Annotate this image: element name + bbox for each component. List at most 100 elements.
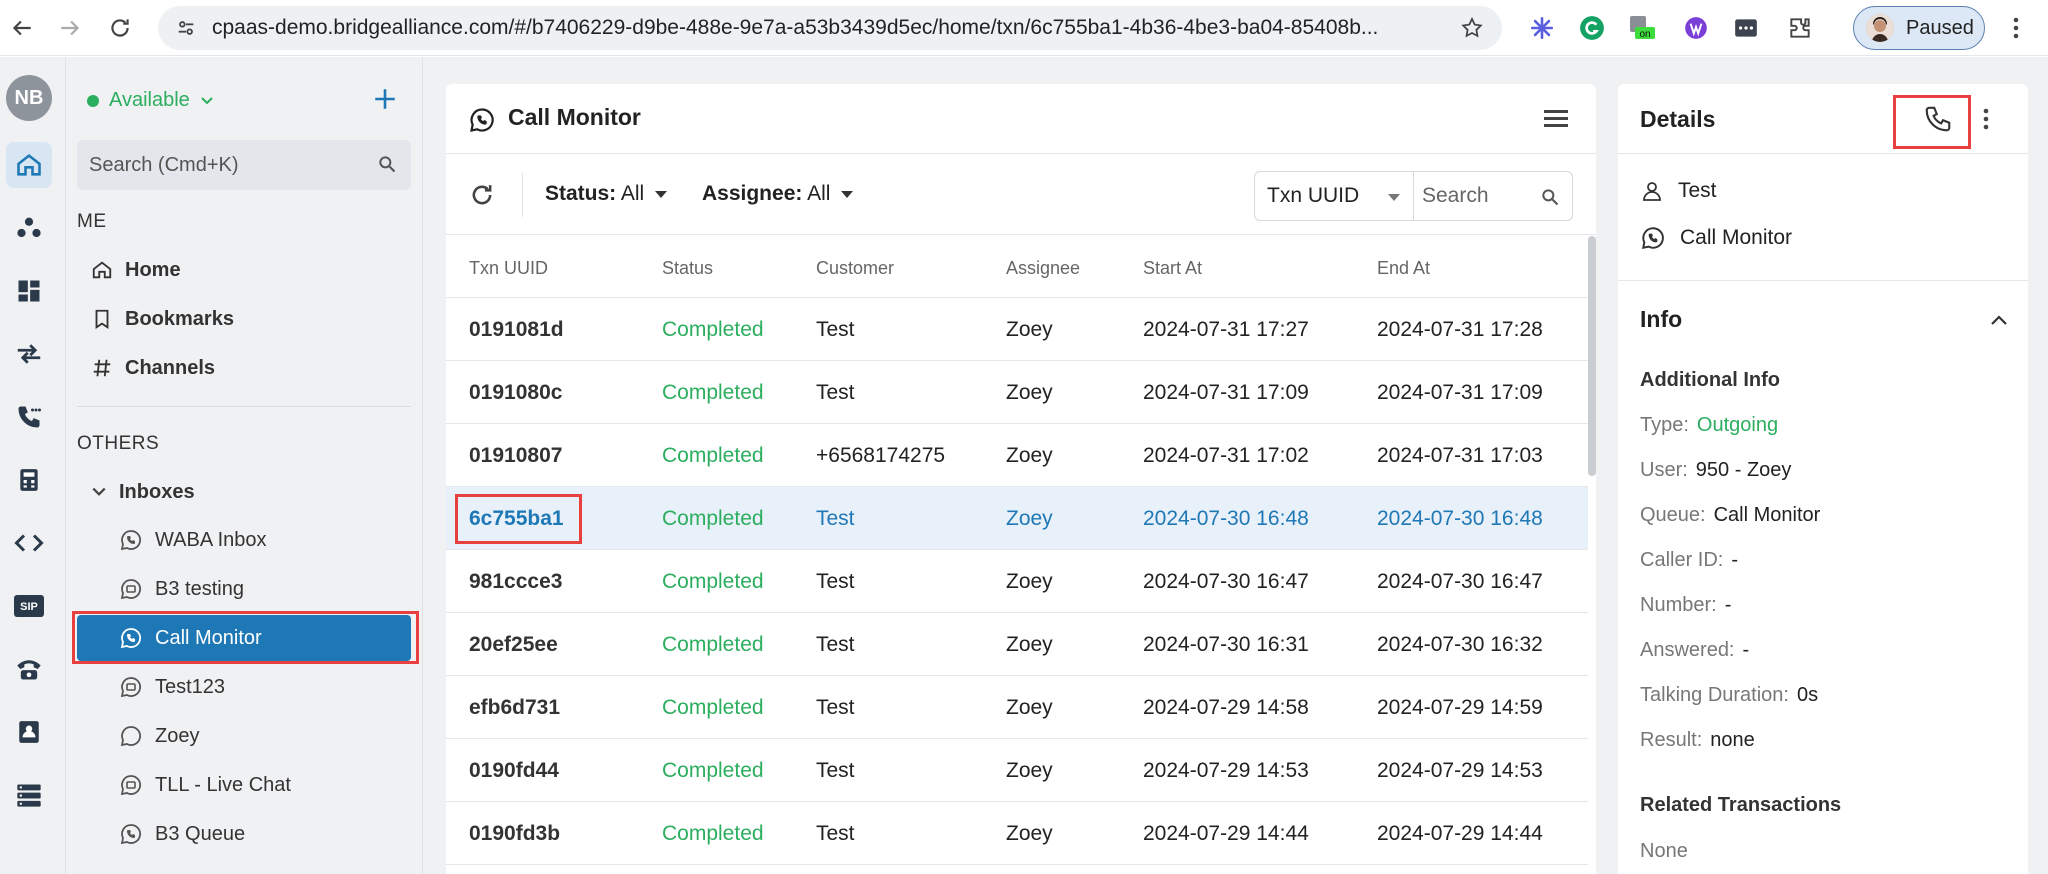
profile-button[interactable]: Paused xyxy=(1853,6,1985,50)
toggle-extension-icon[interactable]: on xyxy=(1626,12,1658,44)
column-header[interactable]: Assignee xyxy=(1006,258,1080,279)
others-section-label: OTHERS xyxy=(77,433,160,454)
info-field: Queue: Call Monitor xyxy=(1640,504,1820,527)
caret-down-icon xyxy=(655,191,668,198)
txn-uuid-cell[interactable]: 0190fd44 xyxy=(469,759,559,783)
purple-extension-icon[interactable] xyxy=(1680,12,1712,44)
info-field: Caller ID: - xyxy=(1640,549,1738,572)
rail-home-icon[interactable] xyxy=(6,142,52,188)
inboxes-toggle[interactable]: Inboxes xyxy=(91,472,195,512)
start-at-cell: 2024-07-29 14:53 xyxy=(1143,759,1309,782)
info-field: Answered: - xyxy=(1640,639,1749,662)
sidebar-inbox-waba[interactable]: WABA Inbox xyxy=(77,517,411,563)
customer-cell: Test xyxy=(816,318,855,341)
table-row[interactable]: efb6d731 Completed Test Zoey 2024-07-29 14:5… xyxy=(446,676,1588,739)
rail-database-icon[interactable] xyxy=(6,772,52,818)
txn-search-input[interactable] xyxy=(1422,184,1532,208)
user-avatar[interactable]: NB xyxy=(6,75,52,121)
rail-team-icon[interactable] xyxy=(6,205,52,251)
rail-transfer-icon[interactable] xyxy=(6,331,52,377)
ai-extension-icon[interactable] xyxy=(1526,12,1558,44)
sidebar-search xyxy=(77,140,411,190)
panel-header: Call Monitor xyxy=(446,84,1596,154)
status-cell: Completed xyxy=(662,633,764,656)
panel-menu-icon[interactable] xyxy=(1542,107,1570,131)
back-icon[interactable] xyxy=(4,10,40,46)
assignee-cell: Zoey xyxy=(1006,633,1053,656)
table-row[interactable]: 0191080c Completed Test Zoey 2024-07-31 17:0… xyxy=(446,361,1588,424)
reload-icon[interactable] xyxy=(102,10,138,46)
details-customer: Test xyxy=(1640,179,1717,203)
search-field-value: Txn UUID xyxy=(1267,184,1360,207)
assignee-filter-value: All xyxy=(807,182,831,205)
me-section-label: ME xyxy=(77,211,107,232)
column-header[interactable]: End At xyxy=(1377,258,1430,279)
highlight-call-monitor-inbox xyxy=(72,611,419,664)
site-settings-icon[interactable] xyxy=(172,14,200,42)
table-row[interactable]: 01910807 Completed +6568174275 Zoey 2024-07-… xyxy=(446,424,1588,487)
search-icon[interactable] xyxy=(377,154,397,174)
search-icon[interactable] xyxy=(1540,187,1560,207)
table-row[interactable]: 20ef25ee Completed Test Zoey 2024-07-30 16:3… xyxy=(446,613,1588,676)
rail-calls-icon[interactable] xyxy=(6,394,52,440)
info-field-key: Talking Duration: xyxy=(1640,684,1789,706)
txn-uuid-cell[interactable]: 0191081d xyxy=(469,318,564,342)
rail-dashboard-icon[interactable] xyxy=(6,268,52,314)
chevron-up-icon[interactable] xyxy=(1990,314,2008,326)
column-header[interactable]: Start At xyxy=(1143,258,1202,279)
password-extension-icon[interactable] xyxy=(1730,12,1762,44)
table-scrollbar[interactable] xyxy=(1588,236,1596,476)
browser-menu-icon[interactable] xyxy=(2000,12,2032,44)
refresh-icon[interactable] xyxy=(468,181,496,209)
rail-contacts-icon[interactable] xyxy=(6,709,52,755)
details-inbox[interactable]: Call Monitor xyxy=(1640,225,1792,251)
txn-uuid-cell[interactable]: 01910807 xyxy=(469,444,562,468)
add-icon[interactable] xyxy=(369,83,401,115)
table-row[interactable]: 0191081d Completed Test Zoey 2024-07-31 17:2… xyxy=(446,298,1588,361)
sidebar-inbox-b3-queue[interactable]: B3 Queue xyxy=(77,811,411,857)
inbox-label: WABA Inbox xyxy=(155,528,267,551)
txn-uuid-cell[interactable]: 981ccce3 xyxy=(469,570,562,594)
address-bar[interactable]: cpaas-demo.bridgealliance.com/#/b7406229… xyxy=(158,6,1502,50)
table-row[interactable]: 0190fd3b Completed Test Zoey 2024-07-29 14:4… xyxy=(446,802,1588,865)
sidebar-inbox-tll-live-chat[interactable]: TLL - Live Chat xyxy=(77,762,411,808)
availability-dropdown[interactable]: Available xyxy=(87,89,214,112)
customer-cell: Test xyxy=(816,822,855,845)
column-header[interactable]: Status xyxy=(662,258,713,279)
rail-telephone-icon[interactable] xyxy=(6,646,52,692)
txn-uuid-cell[interactable]: 0191080c xyxy=(469,381,562,405)
sidebar-search-input[interactable] xyxy=(89,153,359,177)
sidebar-item-bookmarks[interactable]: Bookmarks xyxy=(91,299,234,339)
assignee-cell: Zoey xyxy=(1006,822,1053,845)
sidebar-item-channels[interactable]: Channels xyxy=(91,348,215,388)
search-field-select[interactable]: Txn UUID xyxy=(1254,171,1414,221)
sidebar-inbox-test123[interactable]: Test123 xyxy=(77,664,411,710)
customer-cell: Test xyxy=(816,381,855,404)
info-field-value: - xyxy=(1731,549,1739,571)
rail-sip-icon[interactable]: SIP xyxy=(6,583,52,629)
rail-code-icon[interactable] xyxy=(6,520,52,566)
table-row[interactable]: 981ccce3 Completed Test Zoey 2024-07-30 16:4… xyxy=(446,550,1588,613)
more-options-icon[interactable] xyxy=(1982,107,1990,131)
assignee-filter[interactable]: Assignee: All xyxy=(702,182,854,206)
column-header[interactable]: Customer xyxy=(816,258,894,279)
txn-uuid-cell[interactable]: 0190fd3b xyxy=(469,822,560,846)
customer-cell: +6568174275 xyxy=(816,444,946,467)
column-header[interactable]: Txn UUID xyxy=(469,258,548,279)
sidebar-item-home[interactable]: Home xyxy=(91,250,181,290)
txn-uuid-cell[interactable]: 20ef25ee xyxy=(469,633,558,657)
forward-icon[interactable] xyxy=(52,10,88,46)
sidebar-inbox-b3-testing[interactable]: B3 testing xyxy=(77,566,411,612)
sidebar-inbox-zoey[interactable]: Zoey xyxy=(77,713,411,759)
bookmark-star-icon[interactable] xyxy=(1460,16,1484,40)
status-filter[interactable]: Status: All xyxy=(545,182,668,206)
table-row[interactable]: 0190fd44 Completed Test Zoey 2024-07-29 14:5… xyxy=(446,739,1588,802)
info-field-key: User: xyxy=(1640,459,1688,481)
hash-icon xyxy=(93,359,111,377)
table-row[interactable]: 6c755ba1 Completed Test Zoey 2024-07-30 16:4… xyxy=(446,487,1588,550)
txn-uuid-cell[interactable]: efb6d731 xyxy=(469,696,560,720)
grammarly-icon[interactable] xyxy=(1576,12,1608,44)
app-shell: NB SIP Available Search (Cmd+K) ME Home … xyxy=(0,57,2048,874)
rail-reports-icon[interactable] xyxy=(6,457,52,503)
extensions-puzzle-icon[interactable] xyxy=(1784,12,1816,44)
